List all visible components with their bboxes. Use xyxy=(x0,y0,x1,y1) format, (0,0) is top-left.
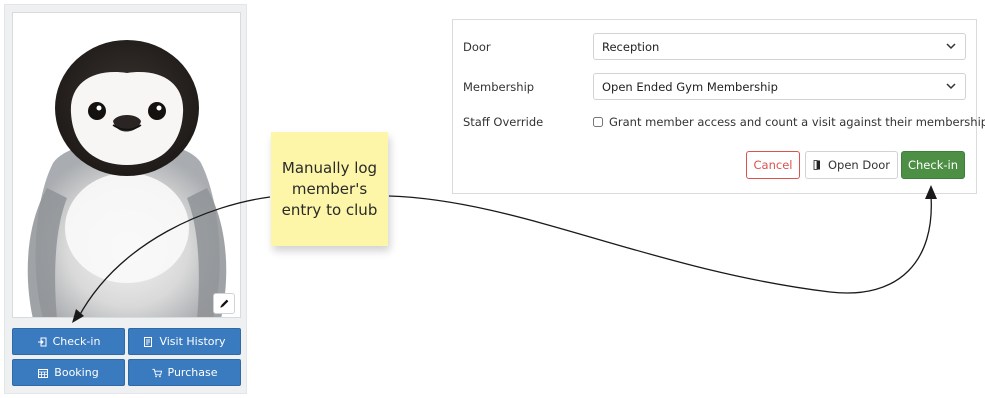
membership-label: Membership xyxy=(463,80,535,94)
form-checkin-button[interactable]: Check-in xyxy=(901,151,965,179)
chevron-down-icon xyxy=(946,83,956,90)
calendar-icon xyxy=(38,368,49,378)
membership-select-value: Open Ended Gym Membership xyxy=(602,79,778,94)
purchase-button-label: Purchase xyxy=(167,366,218,379)
visit-history-button[interactable]: Visit History xyxy=(128,328,241,355)
member-photo xyxy=(12,12,241,318)
pencil-icon xyxy=(219,299,228,308)
purchase-button[interactable]: Purchase xyxy=(128,359,241,386)
staff-override-option[interactable]: Grant member access and count a visit ag… xyxy=(593,115,985,129)
arrow-to-form-checkin xyxy=(388,195,932,294)
history-icon xyxy=(143,336,153,347)
member-card: Check-in Visit History Booking Purchase xyxy=(4,4,247,394)
door-select[interactable]: Reception xyxy=(593,33,966,60)
staff-override-text: Grant member access and count a visit ag… xyxy=(609,115,985,129)
staff-override-checkbox[interactable] xyxy=(593,117,603,127)
door-icon xyxy=(813,160,820,170)
penguin-illustration xyxy=(13,13,240,317)
form-checkin-button-label: Check-in xyxy=(907,158,958,172)
edit-photo-button[interactable] xyxy=(213,293,235,314)
visit-history-button-label: Visit History xyxy=(159,335,226,348)
sign-in-icon xyxy=(37,337,47,347)
staff-override-label: Staff Override xyxy=(463,115,544,129)
cart-icon xyxy=(151,368,162,378)
checkin-button-label: Check-in xyxy=(52,335,101,348)
open-door-button-label: Open Door xyxy=(827,158,891,172)
membership-select[interactable]: Open Ended Gym Membership xyxy=(593,73,966,100)
open-door-button[interactable]: Open Door xyxy=(805,151,898,179)
sticky-note: Manually log member's entry to club xyxy=(271,132,388,246)
booking-button[interactable]: Booking xyxy=(12,359,125,386)
door-label: Door xyxy=(463,40,491,54)
door-select-value: Reception xyxy=(602,39,660,54)
cancel-button-label: Cancel xyxy=(753,158,793,172)
checkin-button[interactable]: Check-in xyxy=(12,328,125,355)
cancel-button[interactable]: Cancel xyxy=(746,151,800,179)
checkin-form-panel: Door Reception Membership Open Ended Gym… xyxy=(452,19,985,194)
booking-button-label: Booking xyxy=(54,366,99,379)
chevron-down-icon xyxy=(946,43,956,50)
sticky-note-line: entry to club xyxy=(281,200,378,219)
sticky-note-line: member's xyxy=(291,179,368,198)
sticky-note-line: Manually log xyxy=(281,158,378,177)
